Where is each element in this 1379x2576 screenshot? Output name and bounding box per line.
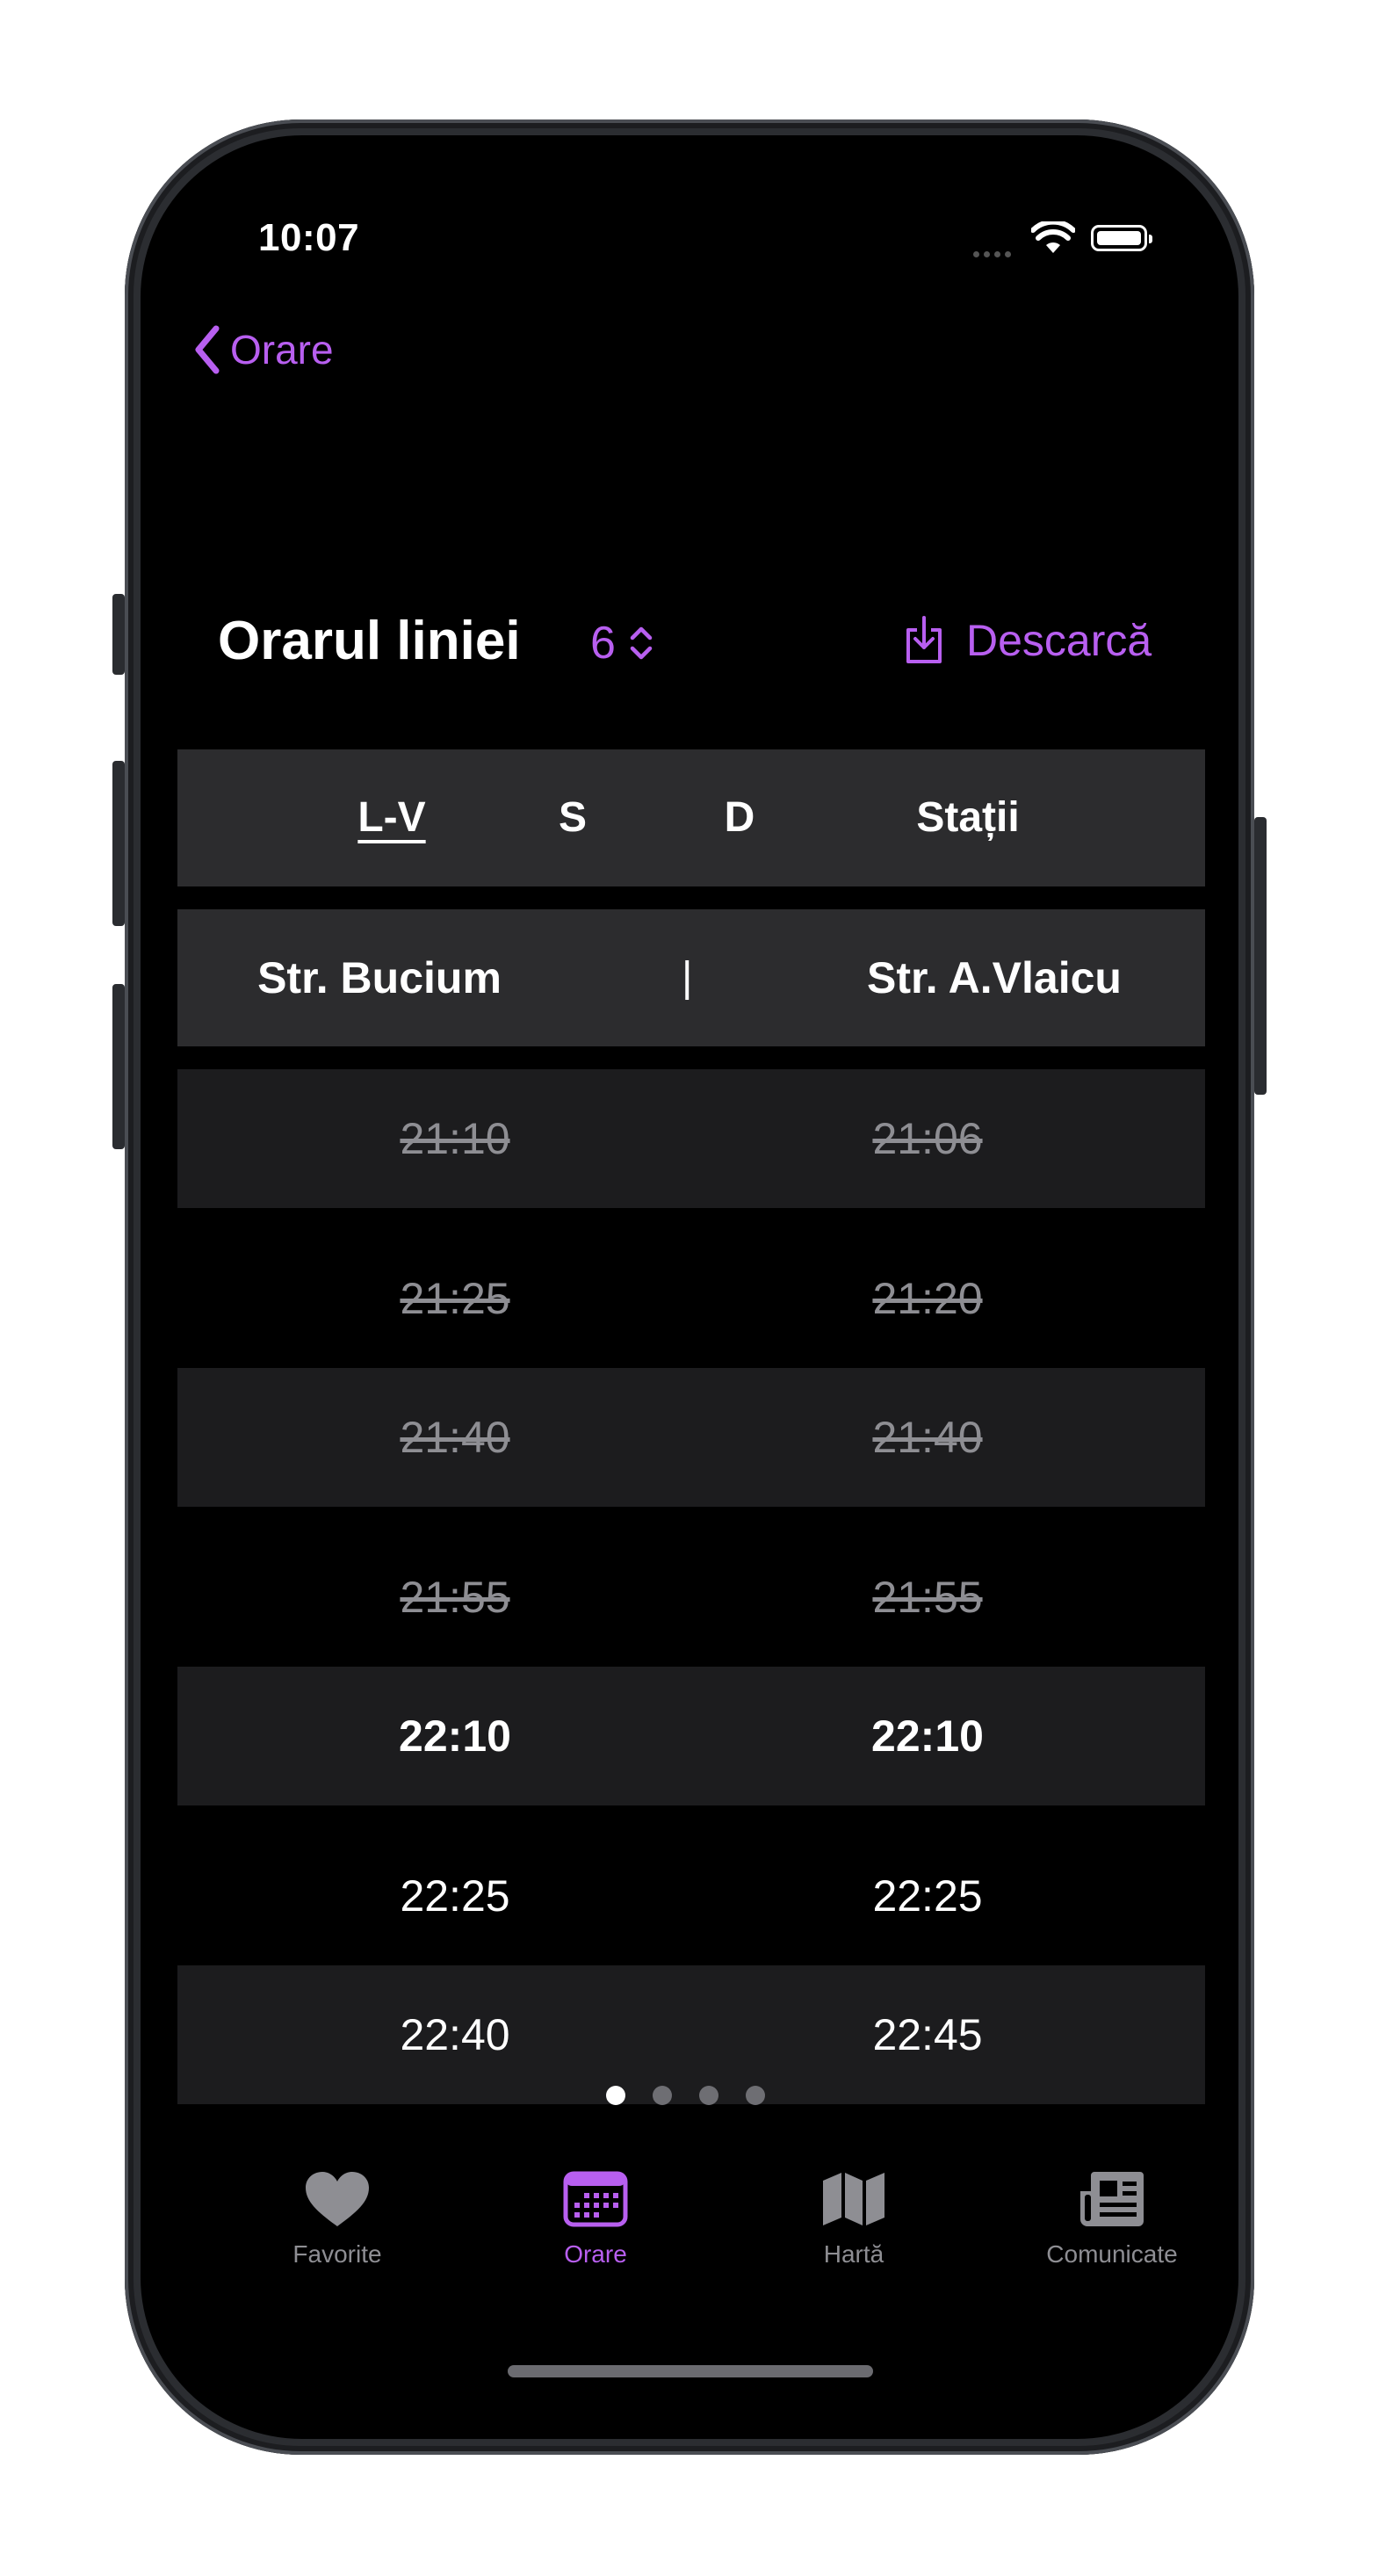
download-label: Descarcă — [966, 616, 1152, 665]
departure-from-time: 22:40 — [400, 2010, 510, 2059]
chevron-up-down-icon — [630, 626, 653, 660]
page-indicator[interactable] — [606, 2086, 792, 2105]
departure-from-time: 22:25 — [400, 1871, 510, 1921]
volume-down-button — [112, 984, 125, 1149]
tab-favorite-label: Favorite — [292, 2240, 382, 2268]
stop-headers: Str. Bucium | Str. A.Vlaicu — [177, 909, 1205, 1046]
battery-icon — [1091, 225, 1152, 251]
day-type-tabs: L-V S D Stații — [177, 749, 1205, 886]
departure-from-time: 22:10 — [399, 1711, 511, 1761]
volume-up-button — [112, 761, 125, 926]
stop-from: Str. Bucium — [257, 953, 502, 1002]
back-button[interactable]: Orare — [193, 325, 334, 374]
tab-harta-label: Hartă — [823, 2240, 884, 2268]
tab-orare-label: Orare — [564, 2240, 627, 2268]
tab-stations[interactable]: Stații — [880, 749, 1056, 886]
schedule-row[interactable]: 22:10 22:10 — [177, 1667, 1205, 1805]
schedule-row[interactable]: 22:40 22:45 — [177, 1965, 1205, 2104]
newspaper-icon — [1080, 2172, 1144, 2226]
tab-saturday[interactable]: S — [529, 749, 617, 886]
heart-icon — [306, 2172, 369, 2226]
app-screen: 10:07 Orare Orarul liniei 6 Descarcă L-V… — [141, 135, 1238, 2439]
chevron-left-icon — [195, 325, 220, 374]
tab-weekdays[interactable]: L-V — [330, 749, 453, 886]
signal-dots-icon — [973, 246, 1015, 262]
line-number: 6 — [590, 618, 616, 669]
wifi-icon — [1031, 221, 1075, 253]
back-label: Orare — [230, 327, 334, 373]
tab-comunicate-label: Comunicate — [1046, 2240, 1178, 2268]
departure-from-time: 21:55 — [400, 1573, 510, 1622]
map-icon — [823, 2173, 884, 2225]
tab-sunday[interactable]: D — [696, 749, 783, 886]
page-title: Orarul liniei — [218, 611, 521, 671]
tab-harta[interactable]: Hartă — [748, 2170, 959, 2268]
schedule-row[interactable]: 21:10 21:06 — [177, 1069, 1205, 1208]
schedule-row[interactable]: 21:55 21:55 — [177, 1507, 1205, 1667]
schedule-row[interactable]: 21:25 21:20 — [177, 1208, 1205, 1368]
departure-to-time: 21:40 — [872, 1413, 983, 1462]
schedule-row[interactable]: 22:25 22:25 — [177, 1805, 1205, 1965]
download-button[interactable]: Descarcă — [903, 615, 1152, 666]
tab-orare[interactable]: Orare — [490, 2170, 701, 2268]
schedule-list: 21:10 21:06 21:25 21:20 21:40 21:40 21:5… — [177, 1069, 1205, 2104]
departure-from-time: 21:25 — [400, 1274, 510, 1323]
page-dot[interactable] — [653, 2086, 672, 2105]
home-indicator[interactable] — [508, 2365, 873, 2377]
departure-to-time: 21:55 — [872, 1573, 983, 1622]
tab-bar: Favorite Orare Hartă Comunicate — [141, 2170, 1238, 2311]
departure-to-time: 22:45 — [872, 2010, 983, 2059]
page-dot-active[interactable] — [606, 2086, 625, 2105]
silent-switch — [112, 594, 125, 675]
departure-to-time: 22:10 — [871, 1711, 984, 1761]
page-dot[interactable] — [746, 2086, 765, 2105]
status-time: 10:07 — [258, 216, 360, 259]
line-number-picker[interactable]: 6 — [590, 617, 654, 669]
departure-from-time: 21:10 — [400, 1114, 510, 1163]
departure-to-time: 21:06 — [872, 1114, 983, 1163]
tab-favorite[interactable]: Favorite — [232, 2170, 443, 2268]
departure-from-time: 21:40 — [400, 1413, 510, 1462]
stop-to: Str. A.Vlaicu — [867, 953, 1122, 1002]
schedule-row[interactable]: 21:40 21:40 — [177, 1368, 1205, 1507]
page-dot[interactable] — [699, 2086, 718, 2105]
download-icon — [906, 616, 942, 663]
departure-to-time: 22:25 — [872, 1871, 983, 1921]
departure-to-time: 21:20 — [872, 1274, 983, 1323]
tab-comunicate[interactable]: Comunicate — [1007, 2170, 1217, 2268]
power-button — [1254, 817, 1267, 1095]
stop-separator: | — [682, 954, 693, 1001]
calendar-icon — [563, 2171, 628, 2227]
